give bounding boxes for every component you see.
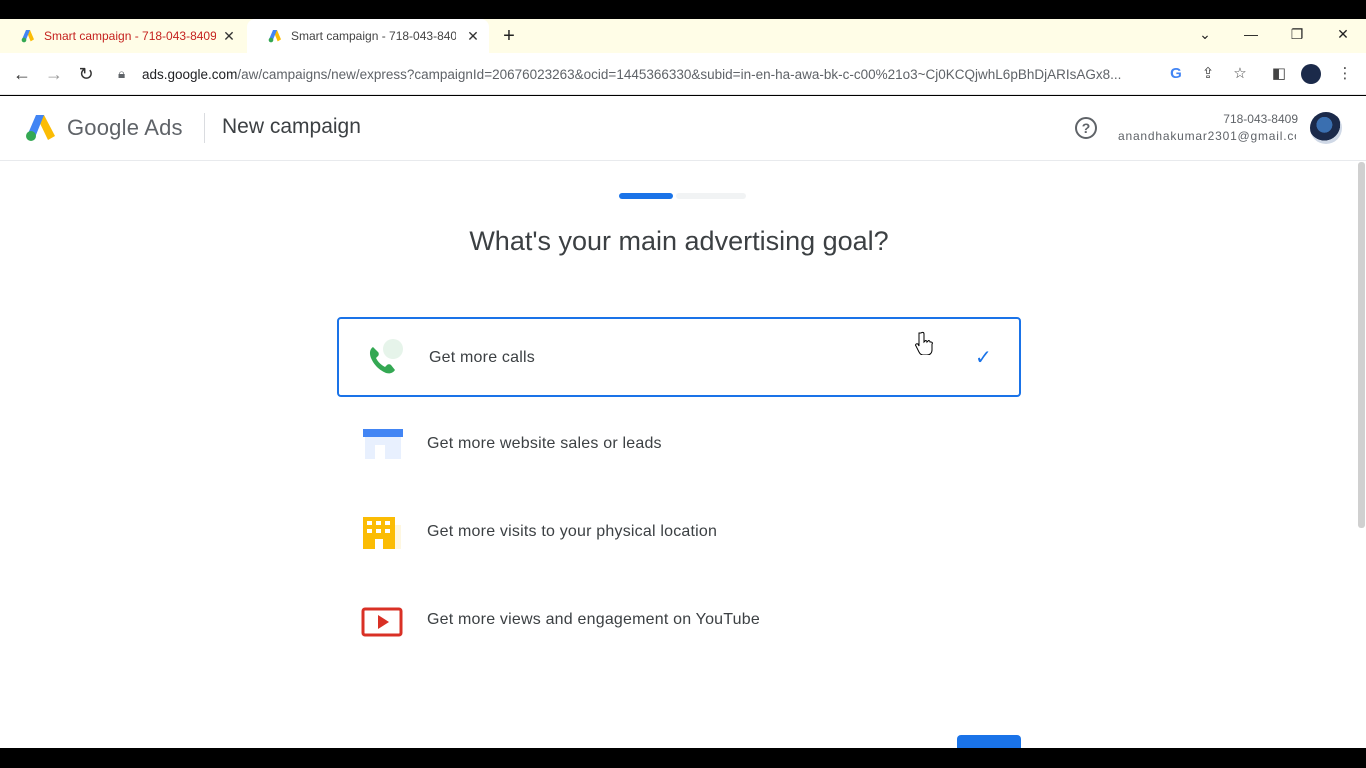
restore-icon[interactable]: ❐ xyxy=(1285,24,1309,44)
progress-step-remaining xyxy=(676,193,746,199)
ads-page: Google Ads New campaign ? 718-043-8409 a… xyxy=(0,96,1366,748)
url-host: ads.google.com xyxy=(142,66,238,82)
minimize-icon[interactable]: — xyxy=(1239,24,1263,44)
browser-toolbar: ← → ↻ 🔒︎ ads.google.com/aw/campaigns/new… xyxy=(0,53,1366,95)
address-bar[interactable]: 🔒︎ ads.google.com/aw/campaigns/new/expre… xyxy=(118,62,1158,86)
goal-label: Get more views and engagement on YouTube xyxy=(427,611,760,628)
browser-tab-1[interactable]: Smart campaign - 718-043-8409 ✕ xyxy=(0,19,245,53)
checkmark-icon: ✓ xyxy=(975,347,992,369)
goal-question: What's your main advertising goal? xyxy=(469,226,889,256)
tab-title: Smart campaign - 718-043-8409 xyxy=(44,29,216,43)
google-ads-logo-icon xyxy=(26,115,55,141)
close-tab-icon[interactable]: ✕ xyxy=(465,28,481,44)
scrollbar-thumb[interactable] xyxy=(1358,162,1365,528)
side-panel-icon[interactable]: ◧ xyxy=(1269,64,1289,84)
tab-strip: Smart campaign - 718-043-8409 ✕ Smart ca… xyxy=(0,19,1366,53)
account-id[interactable]: 718-043-8409 xyxy=(1223,112,1298,126)
reload-icon[interactable]: ↻ xyxy=(75,63,97,85)
google-ads-favicon-icon xyxy=(268,30,281,43)
building-icon xyxy=(363,517,401,549)
tab-title: Smart campaign - 718-043-8409 xyxy=(291,29,456,43)
profile-avatar-icon[interactable] xyxy=(1301,64,1321,84)
next-button[interactable] xyxy=(957,735,1021,748)
back-icon[interactable]: ← xyxy=(11,63,33,85)
header-divider xyxy=(204,113,205,143)
screen: Smart campaign - 718-043-8409 ✕ Smart ca… xyxy=(0,0,1366,768)
goal-option-youtube[interactable]: Get more views and engagement on YouTube xyxy=(337,581,1021,661)
hand-cursor-icon xyxy=(915,331,933,355)
new-tab-button[interactable]: + xyxy=(499,26,519,46)
goal-label: Get more website sales or leads xyxy=(427,435,662,452)
forward-icon[interactable]: → xyxy=(43,63,65,85)
close-tab-icon[interactable]: ✕ xyxy=(221,28,237,44)
brand-name: Google Ads xyxy=(67,115,183,140)
avatar[interactable] xyxy=(1310,112,1342,144)
storefront-icon xyxy=(363,429,403,459)
ads-header: Google Ads New campaign ? 718-043-8409 a… xyxy=(0,96,1366,161)
page-title: New campaign xyxy=(222,115,361,138)
google-lens-icon[interactable]: G xyxy=(1166,64,1186,84)
help-icon[interactable]: ? xyxy=(1075,117,1097,139)
goal-option-website[interactable]: Get more website sales or leads xyxy=(337,405,1021,485)
goal-option-calls[interactable]: Get more calls ✓ xyxy=(337,317,1021,397)
browser-tab-2[interactable]: Smart campaign - 718-043-8409 ✕ xyxy=(247,19,489,53)
account-email[interactable]: anandhakumar2301@gmail.co... xyxy=(1118,129,1296,143)
phone-icon xyxy=(369,339,403,374)
menu-kebab-icon[interactable]: ⋮ xyxy=(1335,64,1355,84)
google-ads-favicon-icon xyxy=(21,30,34,43)
goal-label: Get more visits to your physical locatio… xyxy=(427,523,718,540)
bottom-black-bar xyxy=(0,748,1366,768)
bookmark-star-icon[interactable]: ☆ xyxy=(1230,64,1250,84)
share-icon[interactable]: ⇪ xyxy=(1198,64,1218,84)
tab-search-icon[interactable]: ⌄ xyxy=(1193,24,1217,44)
progress-step-active xyxy=(619,193,673,199)
url-path: /aw/campaigns/new/express?campaignId=206… xyxy=(237,66,1122,82)
close-window-icon[interactable]: ✕ xyxy=(1331,24,1355,44)
lock-icon: 🔒︎ xyxy=(118,66,126,81)
top-black-bar xyxy=(0,0,1366,19)
goal-label: Get more calls xyxy=(429,349,535,366)
goal-option-location[interactable]: Get more visits to your physical locatio… xyxy=(337,493,1021,573)
youtube-play-icon xyxy=(361,607,403,637)
